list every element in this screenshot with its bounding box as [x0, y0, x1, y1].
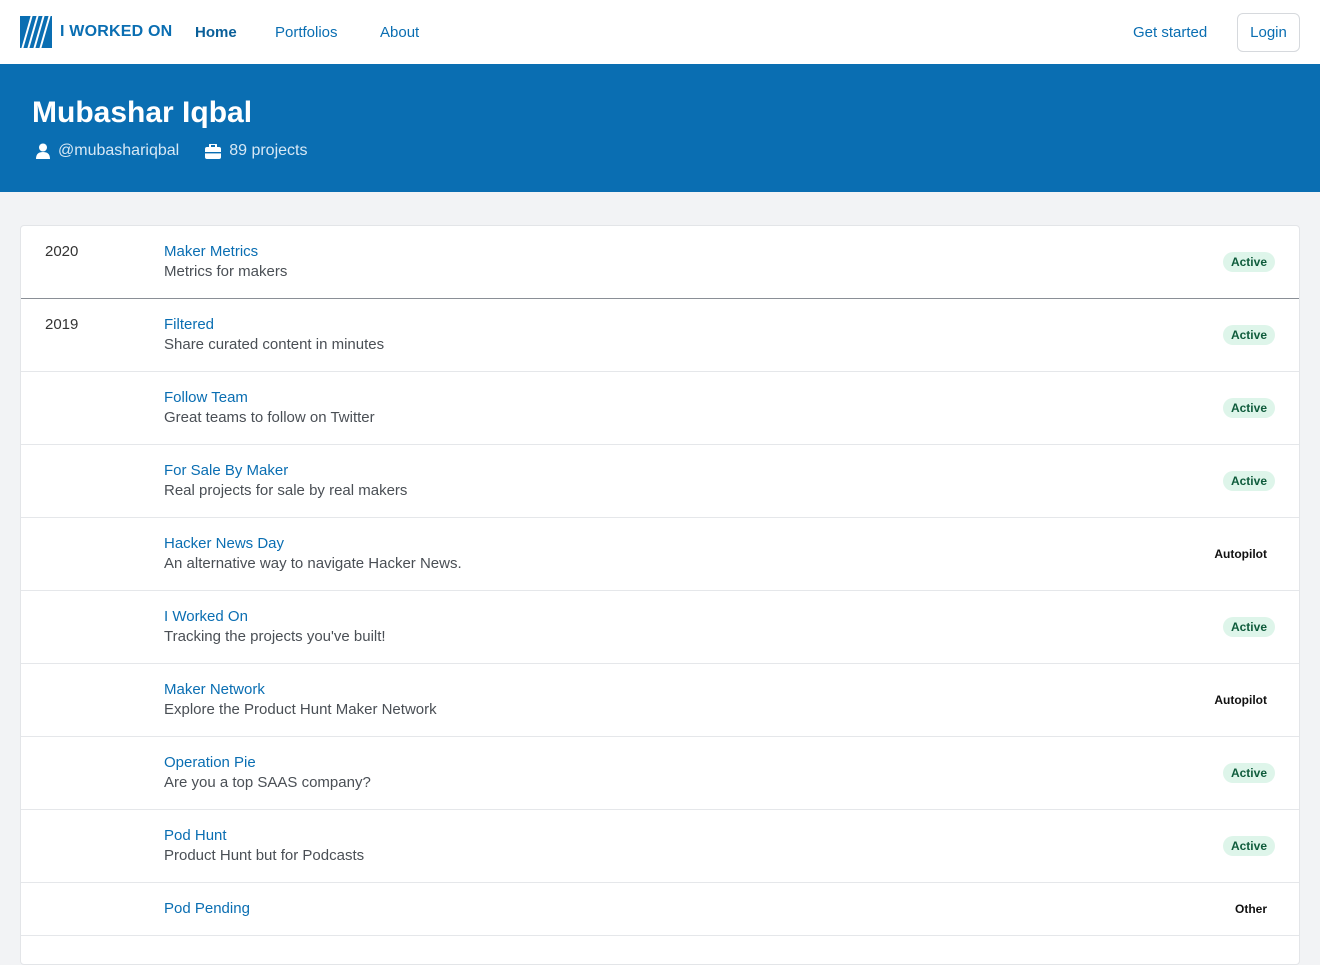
project-description: Metrics for makers	[164, 263, 288, 280]
project-title-link[interactable]: Pod Hunt	[164, 827, 227, 844]
nav-link-home[interactable]: Home	[195, 24, 237, 41]
top-navbar: I WORKED ON Home Portfolios About Get st…	[0, 0, 1320, 64]
project-list: 2020 Maker Metrics Metrics for makers Ac…	[20, 225, 1300, 965]
nav-link-about[interactable]: About	[380, 24, 419, 41]
project-description: Tracking the projects you've built!	[164, 628, 386, 645]
project-title-link[interactable]: Maker Network	[164, 681, 265, 698]
project-title-link[interactable]: Operation Pie	[164, 754, 256, 771]
project-row: For Sale By Maker Real projects for sale…	[21, 445, 1299, 518]
profile-handle: @mubashariqbal	[36, 142, 179, 160]
status-badge: Active	[1222, 252, 1275, 272]
project-row: I Worked On Tracking the projects you've…	[21, 591, 1299, 664]
brand-logo-icon	[20, 16, 52, 48]
brand-logo[interactable]: I WORKED ON	[20, 16, 172, 48]
status-badge: Active	[1222, 398, 1275, 418]
profile-name: Mubashar Iqbal	[32, 96, 253, 129]
project-year: 2020	[45, 243, 79, 260]
status-badge: Other	[1234, 902, 1267, 916]
project-description: Product Hunt but for Podcasts	[164, 847, 365, 864]
project-row: 2020 Maker Metrics Metrics for makers Ac…	[21, 226, 1299, 299]
status-badge: Active	[1222, 471, 1275, 491]
project-row: Hacker News Day An alternative way to na…	[21, 518, 1299, 591]
profile-project-count: 89 projects	[205, 142, 307, 160]
brand-name: I WORKED ON	[60, 23, 173, 40]
handle-text: @mubashariqbal	[58, 142, 180, 159]
project-description: Great teams to follow on Twitter	[164, 409, 375, 426]
project-title-link[interactable]: Pod Pending	[164, 900, 250, 917]
project-row: Follow Team Great teams to follow on Twi…	[21, 372, 1299, 445]
project-title-link[interactable]: For Sale By Maker	[164, 462, 288, 479]
status-badge: Autopilot	[1214, 547, 1267, 561]
status-badge: Active	[1222, 763, 1275, 783]
status-badge: Autopilot	[1214, 693, 1267, 707]
project-count-text: 89 projects	[229, 142, 308, 159]
project-description: Share curated content in minutes	[164, 336, 385, 353]
profile-header: Mubashar Iqbal @mubashariqbal 89 project…	[0, 64, 1320, 192]
project-description: Explore the Product Hunt Maker Network	[164, 701, 437, 718]
user-icon	[36, 143, 50, 159]
project-description: An alternative way to navigate Hacker Ne…	[164, 555, 462, 572]
project-description: Are you a top SAAS company?	[164, 774, 371, 791]
project-title-link[interactable]: Maker Metrics	[164, 243, 258, 260]
project-row: Pod Hunt Product Hunt but for Podcasts A…	[21, 810, 1299, 883]
status-badge: Active	[1222, 836, 1275, 856]
project-title-link[interactable]: Hacker News Day	[164, 535, 284, 552]
project-row: Operation Pie Are you a top SAAS company…	[21, 737, 1299, 810]
status-badge: Active	[1222, 325, 1275, 345]
project-row: Maker Network Explore the Product Hunt M…	[21, 664, 1299, 737]
project-title-link[interactable]: Filtered	[164, 316, 214, 333]
project-description: Real projects for sale by real makers	[164, 482, 408, 499]
project-row: 2019 Filtered Share curated content in m…	[21, 299, 1299, 372]
login-button[interactable]: Login	[1237, 13, 1300, 52]
nav-link-portfolios[interactable]: Portfolios	[275, 24, 338, 41]
status-badge: Active	[1222, 617, 1275, 637]
get-started-link[interactable]: Get started	[1133, 24, 1207, 41]
project-title-link[interactable]: I Worked On	[164, 608, 248, 625]
profile-meta: @mubashariqbal 89 projects	[36, 142, 333, 160]
project-row: Pod Pending Other	[21, 883, 1299, 936]
project-title-link[interactable]: Follow Team	[164, 389, 248, 406]
briefcase-icon	[205, 143, 222, 159]
project-year: 2019	[45, 316, 79, 333]
